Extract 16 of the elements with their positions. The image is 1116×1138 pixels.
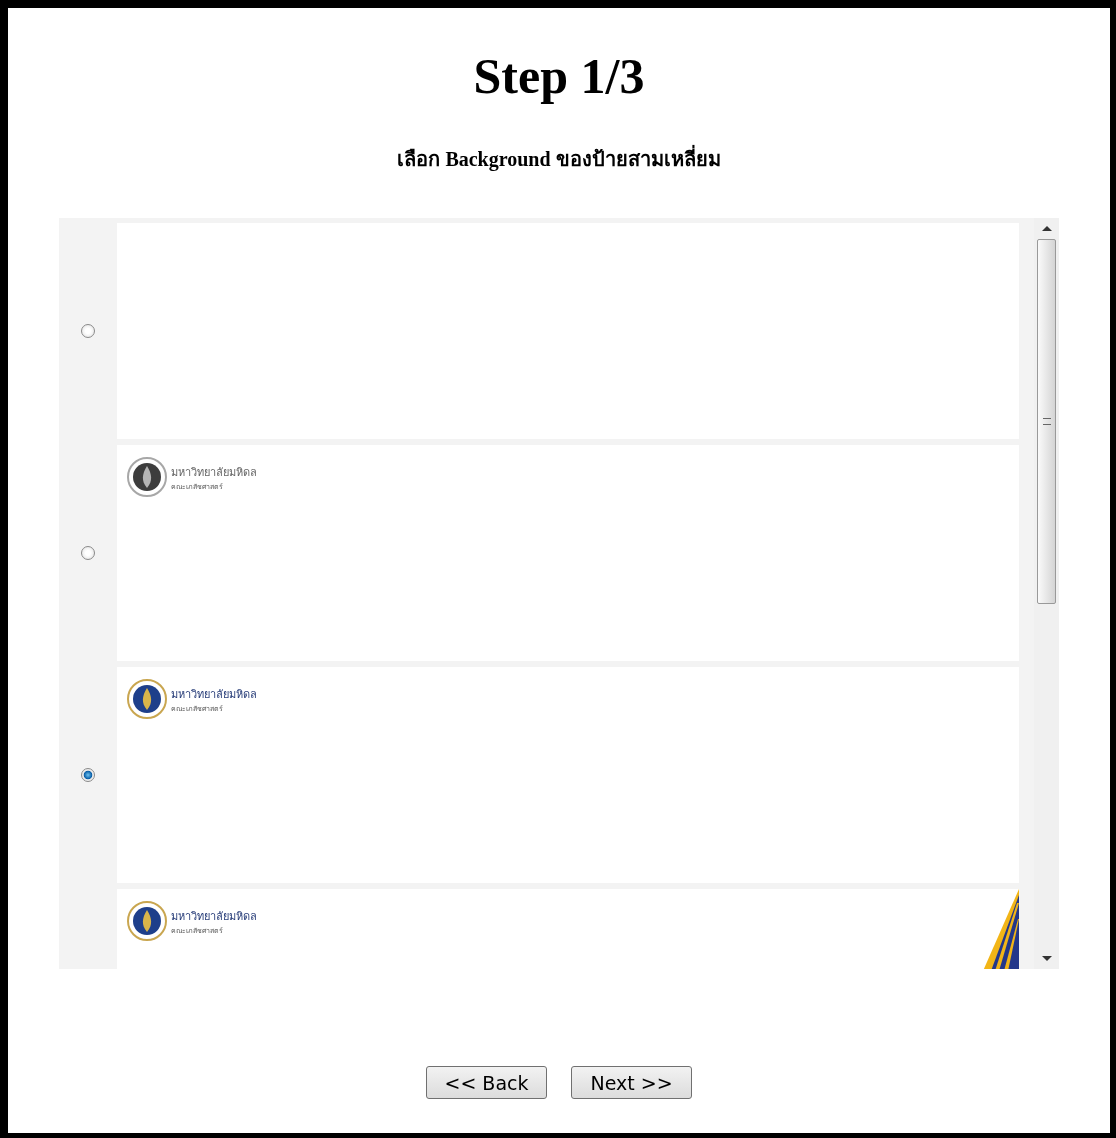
scroll-up-icon[interactable]: [1041, 226, 1052, 231]
instruction-text: เลือก Background ของป้ายสามเหลี่ยม: [397, 146, 721, 172]
seal-icon: [127, 679, 167, 719]
seal-icon: [127, 901, 167, 941]
nav-button[interactable]: << Back: [426, 1066, 547, 1099]
seal-icon: [127, 457, 167, 497]
step-title: Step 1/3: [473, 47, 645, 106]
radio-button[interactable]: [81, 768, 95, 782]
radio-button[interactable]: [81, 546, 95, 560]
scroll-thumb[interactable]: [1037, 239, 1056, 604]
scroll-down-icon[interactable]: [1041, 956, 1052, 961]
radio-button[interactable]: [81, 324, 95, 338]
logo-name: มหาวิทยาลัยมหิดล: [171, 686, 257, 703]
logo-name: มหาวิทยาลัยมหิดล: [171, 908, 257, 925]
nav-button[interactable]: Next >>: [571, 1066, 692, 1099]
logo-name: มหาวิทยาลัยมหิดล: [171, 464, 257, 481]
